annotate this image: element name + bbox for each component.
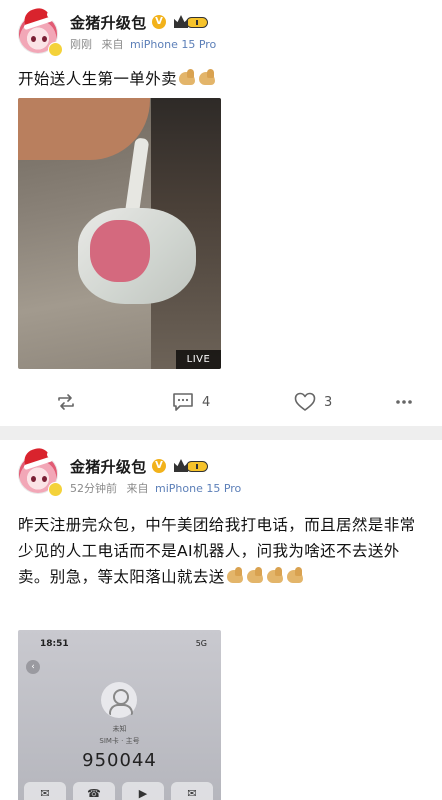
vip-crown-icon[interactable] xyxy=(174,15,208,29)
phone-icon: ☎ xyxy=(73,782,115,800)
post-live-photo[interactable]: LIVE xyxy=(18,98,221,369)
post-meta: 52分钟前 来自 miPhone 15 Pro xyxy=(70,480,241,496)
flexed-biceps-emoji xyxy=(198,69,217,87)
message-icon: ✉ xyxy=(24,782,66,800)
contact-avatar-icon xyxy=(101,682,137,718)
weibo-post: 金猪升级包 V 刚刚 来自 miPhone 15 Pro 开始送人生第一单外卖 … xyxy=(0,0,442,426)
caller-label: 未知 xyxy=(112,725,127,733)
like-icon xyxy=(294,392,316,412)
mail-icon: ✉ xyxy=(171,782,213,800)
post-text-content: 开始送人生第一单外卖 xyxy=(18,70,178,88)
device-link[interactable]: miPhone 15 Pro xyxy=(155,482,241,495)
back-icon: ‹ xyxy=(26,660,40,674)
santa-hat-icon xyxy=(21,5,51,27)
repost-button[interactable] xyxy=(56,386,76,418)
flexed-biceps-emoji xyxy=(246,567,265,585)
caller-sim-label: SIM卡 · 主号 xyxy=(99,737,140,745)
flexed-biceps-emoji xyxy=(286,567,305,585)
author-name[interactable]: 金猪升级包 xyxy=(70,456,147,477)
comment-icon xyxy=(172,392,194,412)
vip-crown-icon[interactable] xyxy=(174,459,208,473)
more-button[interactable] xyxy=(394,386,414,418)
flexed-biceps-emoji xyxy=(266,567,285,585)
verified-icon: V xyxy=(152,459,166,473)
comment-count: 4 xyxy=(202,394,211,410)
post-screenshot-image[interactable]: 18:51 5G ‹ 未知 SIM卡 · 主号 950044 ✉ ☎ ▶ ✉ xyxy=(18,630,221,800)
more-icon xyxy=(394,392,414,412)
like-count: 3 xyxy=(324,394,333,410)
video-icon: ▶ xyxy=(122,782,164,800)
screenshot-status-right: 5G xyxy=(195,639,207,648)
author-avatar[interactable] xyxy=(18,445,63,497)
source-prefix: 来自 xyxy=(126,482,149,495)
verified-icon: V xyxy=(152,15,166,29)
avatar-badge-icon xyxy=(48,482,63,497)
author-avatar[interactable] xyxy=(18,5,63,57)
source-prefix: 来自 xyxy=(101,38,124,51)
phone-number: 950044 xyxy=(82,750,157,771)
post-time: 52分钟前 xyxy=(70,482,117,495)
comment-button[interactable]: 4 xyxy=(172,386,210,418)
live-badge: LIVE xyxy=(176,350,221,369)
post-text: 开始送人生第一单外卖 xyxy=(18,66,424,92)
post-time: 刚刚 xyxy=(70,38,92,51)
santa-hat-icon xyxy=(21,445,51,467)
avatar-badge-icon xyxy=(48,42,63,57)
device-link[interactable]: miPhone 15 Pro xyxy=(130,38,216,51)
post-separator xyxy=(0,426,442,440)
post-text-content: 昨天注册完众包，中午美团给我打电话，而且居然是非常少见的人工电话而不是AI机器人… xyxy=(18,516,416,586)
repost-icon xyxy=(56,392,76,412)
author-name[interactable]: 金猪升级包 xyxy=(70,12,147,33)
flexed-biceps-emoji xyxy=(226,567,245,585)
flexed-biceps-emoji xyxy=(178,69,197,87)
post-text: 昨天注册完众包，中午美团给我打电话，而且居然是非常少见的人工电话而不是AI机器人… xyxy=(18,512,424,590)
like-button[interactable]: 3 xyxy=(294,386,332,418)
post-actions: 4 3 xyxy=(0,386,442,418)
post-meta: 刚刚 来自 miPhone 15 Pro xyxy=(70,36,216,52)
weibo-post: 金猪升级包 V 52分钟前 来自 miPhone 15 Pro 昨天注册完众包，… xyxy=(0,440,442,800)
screenshot-status-time: 18:51 xyxy=(40,639,69,649)
